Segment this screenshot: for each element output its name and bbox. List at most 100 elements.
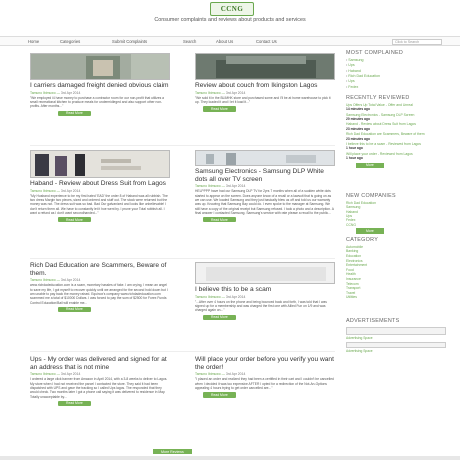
post-excerpt: I ordered a large click banner from Amaz… <box>30 377 168 399</box>
new-companies-more-button[interactable]: More <box>356 228 384 234</box>
post-excerpt: "My Husband experience to be my first ha… <box>30 193 168 215</box>
post-date: 3rd Apr 2014 <box>225 90 246 95</box>
row-divider <box>30 145 335 146</box>
row-divider <box>30 351 335 352</box>
post-author[interactable]: Tamuno Ibimuwo <box>30 372 56 376</box>
advertisement-caption[interactable]: Advertising Space <box>346 336 452 340</box>
post-card: Will place your order before you verify … <box>195 356 335 398</box>
nav-submit-complaints[interactable]: Submit Complaints <box>112 39 147 44</box>
post-date: 3rd Apr 2014 <box>60 278 81 283</box>
post-title[interactable]: I carriers damaged freight denied obviou… <box>30 82 170 90</box>
post-thumbnail[interactable] <box>30 53 170 80</box>
post-meta: Tamuno Ibimuwo — 3rd Apr 2014 <box>30 188 81 193</box>
read-more-button[interactable]: Read More <box>203 106 236 112</box>
thumbnail-image <box>31 151 169 177</box>
read-more-button[interactable]: Read More <box>203 314 236 320</box>
post-author[interactable]: Tamuno Ibimuwo <box>30 278 56 282</box>
most-complained-item[interactable]: Fedex <box>346 85 452 90</box>
post-title[interactable]: Will place your order before you verify … <box>195 356 335 371</box>
search-input[interactable]: Click to Search <box>392 38 442 45</box>
new-companies-list: Rich Dad Education Samsung Haband Ups Fe… <box>346 201 452 228</box>
sidebar-heading: NEW COMPANIES <box>346 193 396 199</box>
post-excerpt: "We employed i4 have money to purchase a… <box>30 95 164 109</box>
post-card: Rich Dad Education are Scammers, Beware … <box>30 262 170 313</box>
post-title[interactable]: Review about couch from Ikingston Lagos <box>195 82 335 90</box>
sidebar-heading: ADVERTISEMENTS <box>346 318 400 324</box>
sidebar-heading: RECENTLY REVIEWED <box>346 95 410 101</box>
category-item[interactable]: Utilities <box>346 295 452 300</box>
read-more-button[interactable]: Read More <box>58 217 91 223</box>
logo-text: CCNG <box>220 4 244 13</box>
post-date: 3rd Apr 2014 <box>60 188 81 193</box>
advertisement-banner[interactable] <box>346 326 446 335</box>
row-divider <box>30 258 335 259</box>
sidebar-heading: MOST COMPLAINED <box>346 50 404 56</box>
main-nav: Home Categories Submit Complaints Search… <box>0 36 460 46</box>
post-author[interactable]: Tamuno Ibimuwo <box>195 91 221 95</box>
post-title[interactable]: Ups - My order was delivered and signed … <box>30 356 170 371</box>
sidebar-advertisements: ADVERTISEMENTS Advertising Space Adverti… <box>346 318 452 353</box>
sidebar-most-complained: MOST COMPLAINED Samsung Ups Haband Rich … <box>346 50 452 90</box>
sidebar-recently-reviewed: RECENTLY REVIEWED Ups Offers Up Total Va… <box>346 95 452 169</box>
post-title[interactable]: Samsung Electronics - Samsung DLP White … <box>195 168 335 183</box>
post-card: Ups - My order was delivered and signed … <box>30 356 170 407</box>
post-date: 3rd Apr 2014 <box>225 184 246 189</box>
read-more-button[interactable]: Read More <box>203 392 236 398</box>
nav-about-us[interactable]: About Us <box>216 39 233 44</box>
post-excerpt: "We sold it in the BLIMHK store and purc… <box>195 95 331 105</box>
nav-categories[interactable]: Categories <box>60 39 80 44</box>
post-thumbnail[interactable] <box>30 150 170 178</box>
read-more-button[interactable]: Read More <box>203 217 236 223</box>
recent-review-time: 1 hour ago <box>346 146 363 151</box>
post-date: 3rd Apr 2014 <box>60 90 81 95</box>
advertisement-caption[interactable]: Advertising Space <box>346 349 452 353</box>
post-title[interactable]: I believe this to be a scam <box>195 286 335 294</box>
post-card: Samsung Electronics - Samsung DLP White … <box>195 150 335 223</box>
new-company-item[interactable]: CCNG <box>346 223 452 227</box>
read-more-button[interactable]: Read More <box>58 306 91 313</box>
post-author[interactable]: Tamuno Ibimuwo <box>195 184 221 188</box>
recently-reviewed-list: Ups Offers Up Total Value - Offer and Un… <box>346 103 452 161</box>
more-reviews-button[interactable]: More Reviews <box>153 449 192 455</box>
site-logo[interactable]: CCNG <box>210 2 254 16</box>
post-thumbnail[interactable] <box>195 150 335 166</box>
post-date: 3rd Apr 2014 <box>225 294 246 299</box>
post-title[interactable]: Haband - Review about Dress Suit from La… <box>30 180 170 188</box>
post-meta: Tamuno Ibimuwo — 3rd Apr 2014 <box>195 90 246 95</box>
thumbnail-image <box>31 54 169 79</box>
recent-review-time: 23 minutes ago <box>346 136 371 141</box>
post-card: I carriers damaged freight denied obviou… <box>30 53 170 116</box>
nav-home[interactable]: Home <box>28 39 39 44</box>
post-card: I believe this to be a scam Tamuno Ibimu… <box>195 262 335 320</box>
post-thumbnail[interactable] <box>195 53 335 80</box>
thumbnail-image <box>196 54 334 79</box>
nav-search[interactable]: Search <box>183 39 196 44</box>
nav-contact-us[interactable]: Contact Us <box>256 39 277 44</box>
post-excerpt: www.richdadeducation.com is a scam, mone… <box>30 283 168 305</box>
recent-review-time: 23 minutes ago <box>346 126 371 131</box>
recent-review-time: 14 minutes ago <box>346 107 371 111</box>
post-meta: Tamuno Ibimuwo — 3rd Apr 2014 <box>30 278 81 283</box>
post-card: Haband - Review about Dress Suit from La… <box>30 150 170 223</box>
recently-reviewed-more-button[interactable]: More <box>356 162 384 169</box>
post-thumbnail[interactable] <box>195 262 335 284</box>
thumbnail-image <box>196 263 334 283</box>
sidebar-heading: CATEGORY <box>346 237 379 243</box>
read-more-button[interactable]: Read More <box>58 400 91 407</box>
sidebar-category: CATEGORY Automobile Banking Education El… <box>346 237 452 300</box>
post-excerpt: "...After over 4 hours on the phone and … <box>195 299 327 313</box>
post-author[interactable]: Tamuno Ibimuwo <box>195 295 221 299</box>
post-author[interactable]: Tamuno Ibimuwo <box>30 189 56 193</box>
recent-review-time: 1 hour ago <box>346 156 363 161</box>
site-tagline: Consumer complaints and reviews about pr… <box>154 17 306 23</box>
post-author[interactable]: Tamuno Ibimuwo <box>30 91 56 95</box>
post-title[interactable]: Rich Dad Education are Scammers, Beware … <box>30 262 170 277</box>
post-date: 3rd Apr 2014 <box>225 372 246 377</box>
post-author[interactable]: Tamuno Ibimuwo <box>195 372 221 376</box>
advertisement-banner[interactable] <box>346 341 446 348</box>
page: CCNG Consumer complaints and reviews abo… <box>0 0 460 460</box>
sidebar-new-companies: NEW COMPANIES Rich Dad Education Samsung… <box>346 193 452 234</box>
post-excerpt: HELPPPP have had our Samsung DLP TV for … <box>195 189 334 215</box>
read-more-button[interactable]: Read More <box>58 110 91 116</box>
post-meta: Tamuno Ibimuwo — 3rd Apr 2014 <box>195 372 246 377</box>
